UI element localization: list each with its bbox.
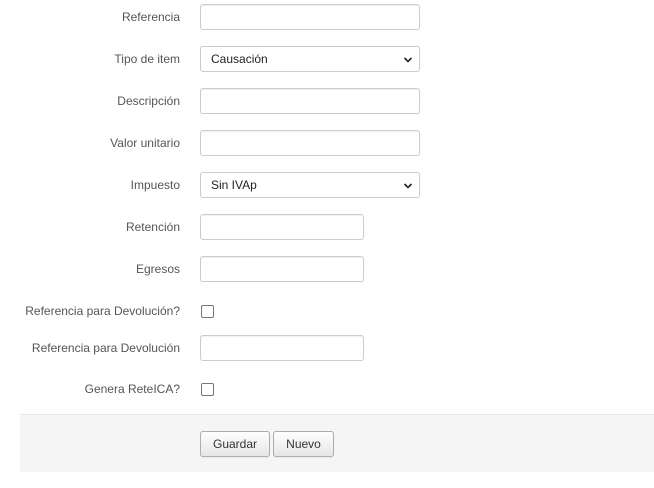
row-referencia: Referencia	[0, 4, 654, 30]
item-form: Referencia Tipo de item Causación Descri…	[0, 0, 654, 488]
valor-unitario-input[interactable]	[200, 130, 420, 156]
row-egresos: Egresos	[0, 256, 654, 282]
retencion-label: Retención	[125, 220, 180, 234]
referencia-input[interactable]	[200, 4, 420, 30]
row-impuesto: Impuesto Sin IVAp	[0, 172, 654, 198]
descripcion-input[interactable]	[200, 88, 420, 114]
genera-reteica-checkbox[interactable]	[201, 382, 214, 396]
genera-reteica-label: Genera ReteICA?	[84, 382, 180, 396]
valor-unitario-label: Valor unitario	[110, 136, 180, 150]
impuesto-select[interactable]: Sin IVAp	[200, 172, 420, 198]
egresos-input[interactable]	[200, 256, 364, 282]
row-genera-reteica: Genera ReteICA?	[0, 376, 654, 402]
referencia-label: Referencia	[121, 10, 180, 24]
row-retencion: Retención	[0, 214, 654, 240]
ref-devolucion-check-label: Referencia para Devolución?	[25, 304, 180, 318]
impuesto-label: Impuesto	[130, 178, 180, 192]
tipo-item-label: Tipo de item	[114, 52, 180, 66]
row-ref-devolucion-check: Referencia para Devolución?	[0, 298, 654, 324]
chevron-down-icon	[403, 57, 413, 63]
descripcion-label: Descripción	[117, 94, 180, 108]
ref-devolucion-input[interactable]	[200, 335, 364, 361]
chevron-down-icon	[403, 183, 413, 189]
tipo-item-selected-value: Causación	[211, 52, 268, 66]
nuevo-button[interactable]: Nuevo	[273, 431, 334, 457]
retencion-input[interactable]	[200, 214, 364, 240]
guardar-button[interactable]: Guardar	[200, 431, 270, 457]
row-tipo-item: Tipo de item Causación	[0, 46, 654, 72]
ref-devolucion-label: Referencia para Devolución	[31, 341, 180, 355]
tipo-item-select[interactable]: Causación	[200, 46, 420, 72]
row-descripcion: Descripción	[0, 88, 654, 114]
egresos-label: Egresos	[135, 262, 180, 276]
ref-devolucion-checkbox[interactable]	[201, 304, 214, 318]
impuesto-selected-value: Sin IVAp	[211, 178, 257, 192]
row-valor-unitario: Valor unitario	[0, 130, 654, 156]
row-ref-devolucion: Referencia para Devolución	[0, 335, 654, 361]
form-actions: Guardar Nuevo	[20, 414, 654, 472]
